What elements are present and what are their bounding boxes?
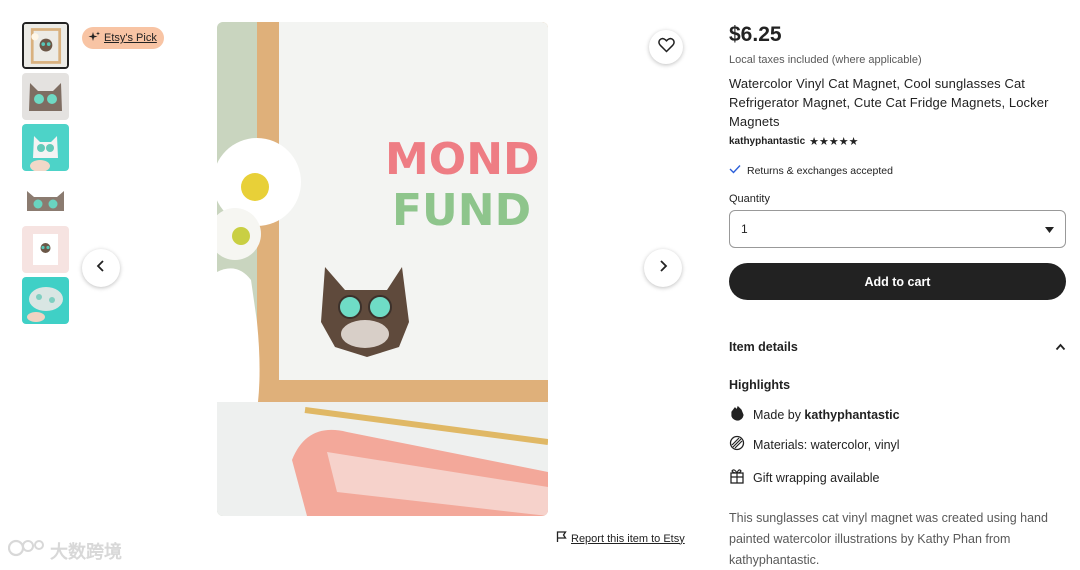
quantity-label: Quantity (729, 193, 770, 205)
highlight-made-by: Made by kathyphantastic (729, 405, 900, 424)
thumbnail-image (22, 73, 69, 120)
etsys-pick-badge: Etsy's Pick (82, 27, 164, 49)
thumbnail-5[interactable] (22, 226, 69, 273)
thumbnail-2[interactable] (22, 73, 69, 120)
made-by-text: Made by kathyphantastic (753, 407, 900, 422)
chevron-right-icon (656, 259, 670, 278)
buy-box: $6.25 Local taxes included (where applic… (729, 22, 1066, 300)
thumbnail-image (24, 24, 67, 67)
made-by-seller-link[interactable]: kathyphantastic (804, 408, 899, 422)
main-product-image: MOND FUND (217, 22, 548, 516)
rating-stars: ★★★★★ (809, 136, 859, 148)
tax-note: Local taxes included (where applicable) (729, 54, 922, 66)
report-label: Report this item to Etsy (571, 532, 685, 545)
thumbnail-image (22, 124, 69, 171)
sparkle-icon (88, 31, 100, 46)
thumbnail-image (22, 226, 69, 273)
materials-icon (729, 435, 745, 454)
item-details-heading: Item details (729, 340, 798, 354)
thumbnail-4[interactable] (22, 175, 69, 222)
watermark-text: 大数跨境 (50, 541, 122, 562)
magnet-letters-bottom: FUND (392, 185, 531, 236)
etsys-pick-label: Etsy's Pick (104, 32, 157, 44)
product-title: Watercolor Vinyl Cat Magnet, Cool sungla… (729, 76, 1049, 129)
highlight-gift-wrapping: Gift wrapping available (729, 468, 879, 487)
gift-icon (729, 468, 745, 487)
gift-text: Gift wrapping available (753, 470, 880, 485)
next-image-button[interactable] (644, 249, 682, 287)
report-item-link[interactable]: Report this item to Etsy (556, 531, 685, 546)
watermark-logo-icon (7, 536, 46, 565)
chevron-up-icon (1055, 340, 1066, 354)
item-description: This sunglasses cat vinyl magnet was cre… (729, 511, 1048, 567)
thumbnail-strip (22, 22, 69, 328)
seller-name-link[interactable]: kathyphantastic (729, 136, 805, 147)
thumbnail-1[interactable] (22, 22, 69, 69)
magnet-letters-top: MOND (385, 134, 540, 185)
returns-label: Returns & exchanges accepted (747, 164, 893, 177)
price: $6.25 (729, 23, 782, 46)
thumbnail-6[interactable] (22, 277, 69, 324)
add-to-cart-button[interactable]: Add to cart (729, 263, 1066, 300)
returns-policy: Returns & exchanges accepted (729, 164, 1066, 177)
hand-wave-icon (729, 405, 745, 424)
chevron-left-icon (94, 259, 108, 278)
heart-icon (657, 37, 675, 58)
thumbnail-image (22, 175, 69, 222)
favorite-button[interactable] (649, 30, 683, 64)
previous-image-button[interactable] (82, 249, 120, 287)
watermark: 大数跨境 (7, 536, 122, 565)
highlight-materials: Materials: watercolor, vinyl (729, 435, 900, 454)
thumbnail-image (22, 277, 69, 324)
materials-text: Materials: watercolor, vinyl (753, 437, 900, 452)
quantity-value: 1 (741, 222, 748, 236)
highlights-heading: Highlights (729, 378, 791, 392)
quantity-select[interactable]: 1 (729, 210, 1066, 248)
caret-down-icon (1045, 222, 1054, 236)
thumbnail-3[interactable] (22, 124, 69, 171)
seller-row: kathyphantastic ★★★★★ (729, 135, 1066, 148)
flag-icon (556, 531, 567, 546)
checkmark-icon (729, 164, 741, 177)
item-details-toggle[interactable]: Item details (729, 340, 1066, 354)
